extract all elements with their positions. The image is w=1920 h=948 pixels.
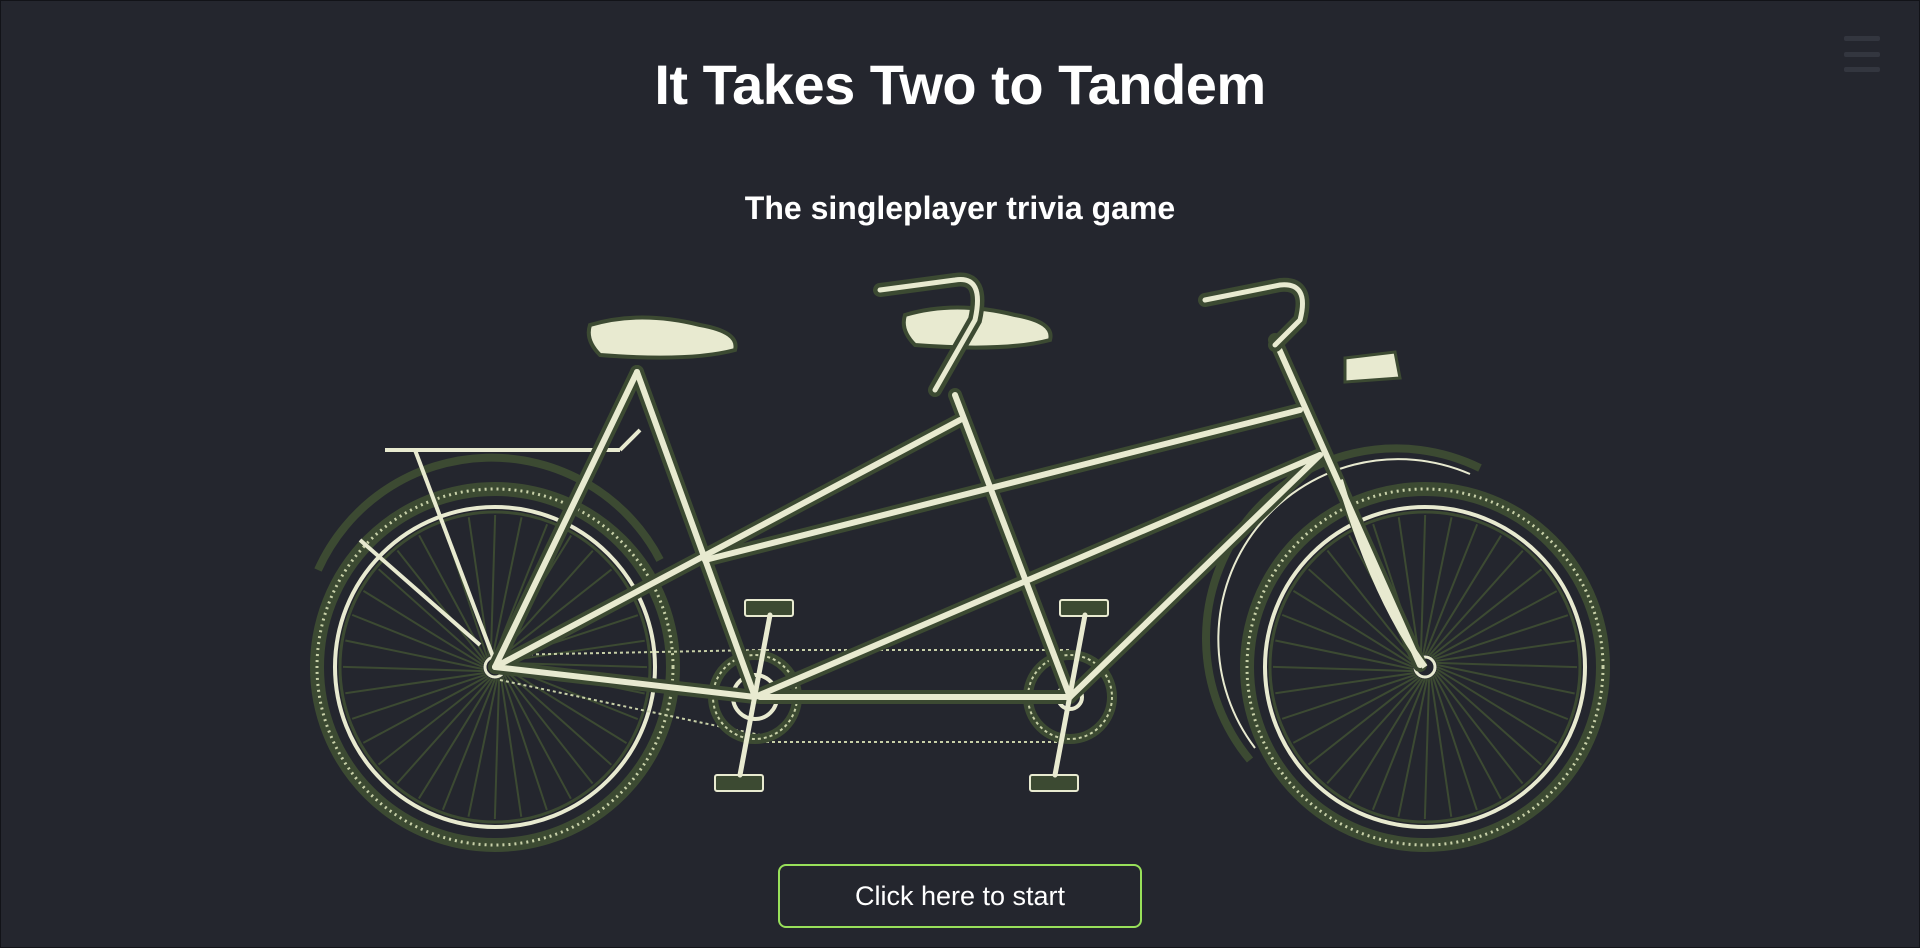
wheel-spoke xyxy=(1430,677,1453,817)
wheel-spoke xyxy=(1307,676,1420,766)
wheel-spoke xyxy=(418,678,494,800)
wheel-spoke xyxy=(377,568,485,664)
wheel-spoke xyxy=(1423,678,1431,820)
wheel-spoke xyxy=(489,514,497,656)
page-subtitle: The singleplayer trivia game xyxy=(744,190,1176,226)
wheel-spoke xyxy=(396,677,492,785)
page-title: It Takes Two to Tandem xyxy=(654,53,1266,116)
headlamp xyxy=(1343,350,1402,384)
wheel-spoke xyxy=(1275,672,1415,695)
wheel-spoke xyxy=(396,549,486,662)
wheel-spoke xyxy=(1428,549,1524,657)
wheel-spoke xyxy=(1348,678,1424,800)
wheel-spoke xyxy=(1430,568,1543,658)
wheel-spoke xyxy=(493,678,501,820)
wheel-spoke xyxy=(342,665,484,673)
wheel-spoke xyxy=(1426,534,1502,656)
wheel-spoke xyxy=(1326,677,1422,785)
wheel-spoke xyxy=(441,678,496,811)
wheel-spoke xyxy=(1419,514,1427,656)
wheel-spoke xyxy=(377,676,490,766)
wheel-spoke xyxy=(1436,661,1578,669)
wheel-spoke xyxy=(1272,665,1414,673)
wheel-spoke xyxy=(1436,668,1558,744)
wheel-spoke xyxy=(1436,666,1569,721)
wheel-spoke xyxy=(345,672,485,695)
wheel-spoke xyxy=(1371,678,1426,811)
tandem-bicycle-illustration xyxy=(310,272,1610,852)
wheel-spoke xyxy=(362,590,484,666)
wheel-spoke xyxy=(1435,670,1543,766)
wheel-spoke xyxy=(351,613,484,668)
start-button[interactable]: Click here to start xyxy=(778,864,1142,928)
wheel-spoke xyxy=(1435,639,1575,662)
wheel-spoke xyxy=(500,677,523,817)
menu-bar xyxy=(1844,36,1880,41)
wheel-spoke xyxy=(1424,523,1479,656)
wheel-spoke xyxy=(1434,672,1524,785)
